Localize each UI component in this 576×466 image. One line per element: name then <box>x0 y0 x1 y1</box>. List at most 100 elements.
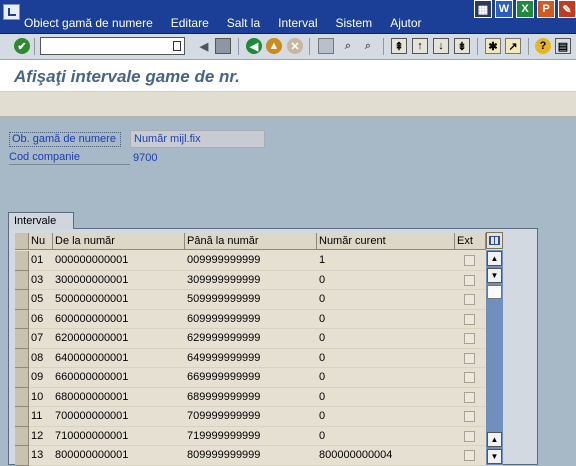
next-page-icon[interactable]: ↓ <box>433 38 449 54</box>
table-cell-to: 609999999999 <box>187 312 261 325</box>
print-icon[interactable] <box>318 38 334 54</box>
menu-item-2[interactable]: Salt la <box>227 16 260 30</box>
scroll-up-icon[interactable]: ▲ <box>487 251 502 266</box>
row-selector[interactable] <box>15 348 29 368</box>
table-cell-nu: 11 <box>31 410 43 422</box>
menu-item-3[interactable]: Interval <box>278 16 317 30</box>
help-icon[interactable]: ? <box>535 38 551 54</box>
row-selector[interactable] <box>15 368 29 388</box>
toolbar-separator <box>238 38 239 55</box>
row-selector[interactable] <box>15 270 29 290</box>
table-cell-from: 660000000001 <box>55 371 129 383</box>
menu-item-5[interactable]: Ajutor <box>390 16 421 30</box>
powerpoint-icon[interactable]: P <box>537 0 555 18</box>
ext-checkbox[interactable] <box>464 430 475 442</box>
shortcut-icon[interactable]: ↗ <box>505 38 521 54</box>
toolbar-separator <box>309 38 310 55</box>
intervals-table: Nu De la număr Până la număr Număr curent Ex… <box>15 233 503 466</box>
toolbar-grid-icon[interactable]: ▦ <box>474 0 492 18</box>
menu-item-1[interactable]: Editare <box>171 16 209 30</box>
ext-checkbox[interactable] <box>464 333 475 344</box>
table-cell-nu: 01 <box>31 254 44 266</box>
row-selector[interactable] <box>15 309 29 329</box>
ext-checkbox[interactable] <box>464 274 475 286</box>
ext-checkbox[interactable] <box>464 450 475 461</box>
column-header-0[interactable]: Nu <box>29 233 53 250</box>
cancel-icon[interactable]: ✕ <box>287 38 303 54</box>
toolbar-separator <box>477 38 478 55</box>
system-menu-icon[interactable] <box>3 4 20 20</box>
first-page-icon[interactable]: ⇞ <box>391 38 407 54</box>
row-selector[interactable] <box>15 329 29 349</box>
select-all-rows[interactable] <box>15 233 29 250</box>
back-icon[interactable]: ◀ <box>246 38 262 54</box>
table-cell-current: 0 <box>319 390 326 403</box>
row-selector[interactable] <box>15 407 29 427</box>
toolbar-separator <box>528 38 529 55</box>
row-selector[interactable] <box>15 251 29 271</box>
row-selector[interactable] <box>15 387 29 407</box>
ext-checkbox[interactable] <box>464 255 475 266</box>
table-cell-current: 0 <box>319 312 326 325</box>
ext-checkbox[interactable] <box>464 411 475 422</box>
scroll-thumb[interactable] <box>487 285 502 299</box>
find-next-icon[interactable]: ⌕ <box>360 38 376 54</box>
previous-page-icon[interactable]: ↑ <box>412 38 428 54</box>
enter-icon[interactable]: ✔ <box>14 38 30 54</box>
column-header-1[interactable]: De la număr <box>53 233 185 250</box>
ext-checkbox[interactable] <box>464 352 475 364</box>
table-cell-current: 0 <box>319 429 326 442</box>
row-selector[interactable] <box>15 446 29 466</box>
column-header-2[interactable]: Până la număr <box>185 233 317 250</box>
table-cell-to: 689999999999 <box>187 390 261 403</box>
table-cell-to: 009999999999 <box>187 254 261 266</box>
word-icon[interactable]: W <box>495 0 513 18</box>
last-page-icon[interactable]: ⇟ <box>454 38 470 54</box>
ext-checkbox[interactable] <box>464 372 475 383</box>
vertical-scrollbar[interactable]: ▲ ▼ ▲ ▼ <box>486 250 503 465</box>
table-cell-current: 800000000004 <box>319 449 393 461</box>
scroll-down-icon[interactable]: ▼ <box>487 268 502 283</box>
table-cell-to: 649999999999 <box>187 351 261 364</box>
menu-item-0[interactable]: Obiect gamă de numere <box>24 16 153 30</box>
ext-checkbox[interactable] <box>464 391 475 403</box>
column-header-4[interactable]: Ext <box>455 233 486 250</box>
exit-icon[interactable]: ▲ <box>266 38 282 54</box>
scroll-page-down-icon[interactable]: ▼ <box>487 449 502 464</box>
table-cell-to: 669999999999 <box>187 371 261 383</box>
table-cell-nu: 05 <box>31 293 44 305</box>
row-selector[interactable] <box>15 426 29 446</box>
scroll-page-up-icon[interactable]: ▲ <box>487 432 502 447</box>
command-field[interactable] <box>40 37 185 55</box>
table-cell-nu: 06 <box>31 312 44 325</box>
menu-item-4[interactable]: Sistem <box>336 16 373 30</box>
number-range-object-value: Număr mijl.fix <box>130 130 265 148</box>
window-icons: ▦ W X P ✎ <box>471 0 576 18</box>
table-cell-nu: 07 <box>31 332 44 344</box>
column-header-3[interactable]: Număr curent <box>317 233 455 250</box>
back-arrow-icon[interactable]: ◀ <box>196 38 212 54</box>
save-icon[interactable] <box>215 38 231 54</box>
table-cell-nu: 08 <box>31 351 44 364</box>
toolbar-separator <box>34 38 35 55</box>
table-cell-from: 000000000001 <box>55 254 129 266</box>
tab-intervals[interactable]: Intervale <box>8 212 74 229</box>
create-session-icon[interactable]: ✱ <box>485 38 501 54</box>
number-range-object-label[interactable]: Ob. gamă de numere <box>9 132 121 147</box>
excel-icon[interactable]: X <box>516 0 534 18</box>
ext-checkbox[interactable] <box>464 294 475 305</box>
table-cell-from: 500000000001 <box>55 293 129 305</box>
toolbar-separator <box>383 38 384 55</box>
table-cell-to: 629999999999 <box>187 332 261 344</box>
column-settings-icon[interactable] <box>486 232 503 249</box>
table-cell-current: 0 <box>319 273 326 286</box>
row-selector[interactable] <box>15 290 29 310</box>
table-cell-current: 0 <box>319 332 326 344</box>
command-history-icon[interactable] <box>173 41 181 51</box>
close-icon[interactable]: ✎ <box>558 0 576 18</box>
layout-menu-icon[interactable]: ▤ <box>555 38 571 54</box>
tab-intervals-label: Intervale <box>14 215 57 227</box>
ext-checkbox[interactable] <box>464 313 475 325</box>
find-icon[interactable]: ⌕ <box>340 38 356 54</box>
main-menu: Obiect gamă de numere Editare Salt la Inter… <box>24 16 440 30</box>
